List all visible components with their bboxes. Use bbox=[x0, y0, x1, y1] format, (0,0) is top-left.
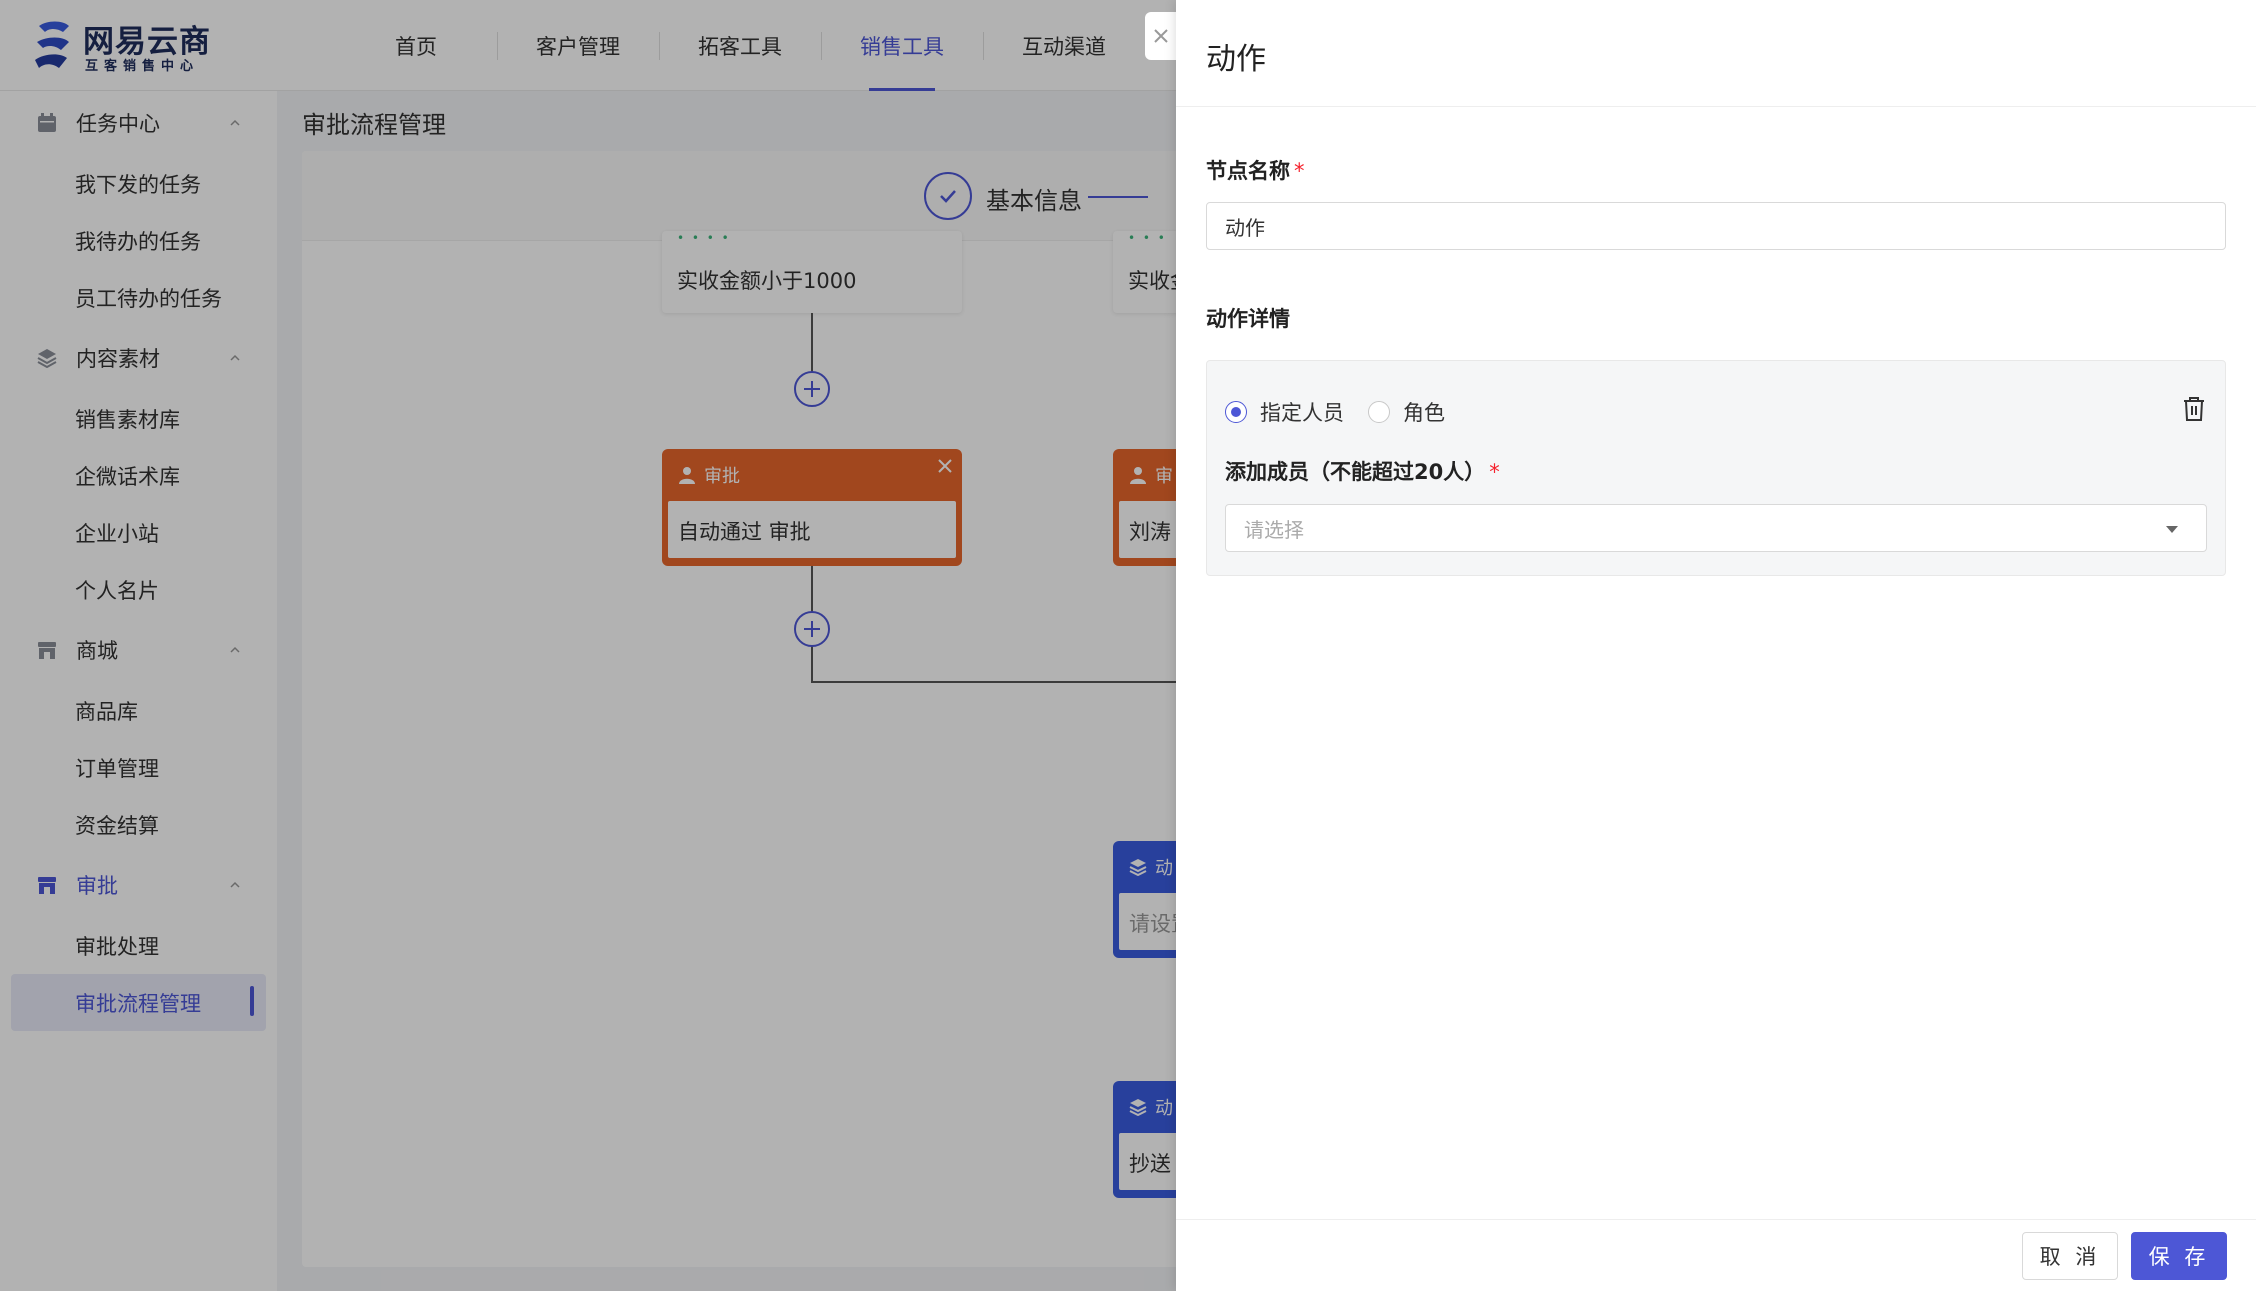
radio-label: 指定人员 bbox=[1260, 401, 1344, 425]
radio-role[interactable]: 角色 bbox=[1368, 397, 1445, 427]
radio-dot bbox=[1368, 401, 1390, 423]
required-asterisk: * bbox=[1294, 159, 1305, 183]
radio-label: 角色 bbox=[1403, 401, 1445, 425]
close-icon bbox=[1154, 29, 1168, 43]
members-select[interactable]: 请选择 bbox=[1225, 504, 2207, 552]
members-select-placeholder: 请选择 bbox=[1244, 517, 1304, 542]
required-asterisk: * bbox=[1489, 460, 1500, 484]
caret-down-icon bbox=[2166, 526, 2178, 533]
node-name-label: 节点名称 * bbox=[1206, 155, 1305, 185]
drawer-footer: 取 消 保 存 bbox=[1176, 1219, 2256, 1291]
members-label-text: 添加成员（不能超过20人） bbox=[1225, 460, 1486, 484]
assignee-type-radio-group: 指定人员 角色 bbox=[1225, 397, 1469, 427]
node-name-input[interactable] bbox=[1206, 202, 2226, 250]
drawer-close-button[interactable] bbox=[1145, 12, 1177, 60]
action-detail-panel: 指定人员 角色 添加成员（不能超过20人） * 请选择 bbox=[1206, 360, 2226, 576]
drawer-header: 动作 bbox=[1176, 0, 2256, 107]
app-root: 网易云商 互客销售中心 首页 客户管理 拓客工具 销售工具 互动渠道 任务中心 … bbox=[0, 0, 2256, 1291]
members-label: 添加成员（不能超过20人） * bbox=[1225, 456, 1500, 486]
trash-icon[interactable] bbox=[2181, 395, 2207, 423]
node-name-label-text: 节点名称 bbox=[1206, 159, 1290, 183]
save-button[interactable]: 保 存 bbox=[2131, 1232, 2227, 1280]
radio-dot bbox=[1225, 401, 1247, 423]
cancel-button[interactable]: 取 消 bbox=[2022, 1232, 2118, 1280]
drawer-title: 动作 bbox=[1206, 42, 1266, 77]
action-detail-label: 动作详情 bbox=[1206, 307, 1290, 331]
radio-specific-person[interactable]: 指定人员 bbox=[1225, 397, 1344, 427]
action-drawer: 动作 节点名称* 动作详情 指定人员 角色 bbox=[1176, 0, 2256, 1291]
